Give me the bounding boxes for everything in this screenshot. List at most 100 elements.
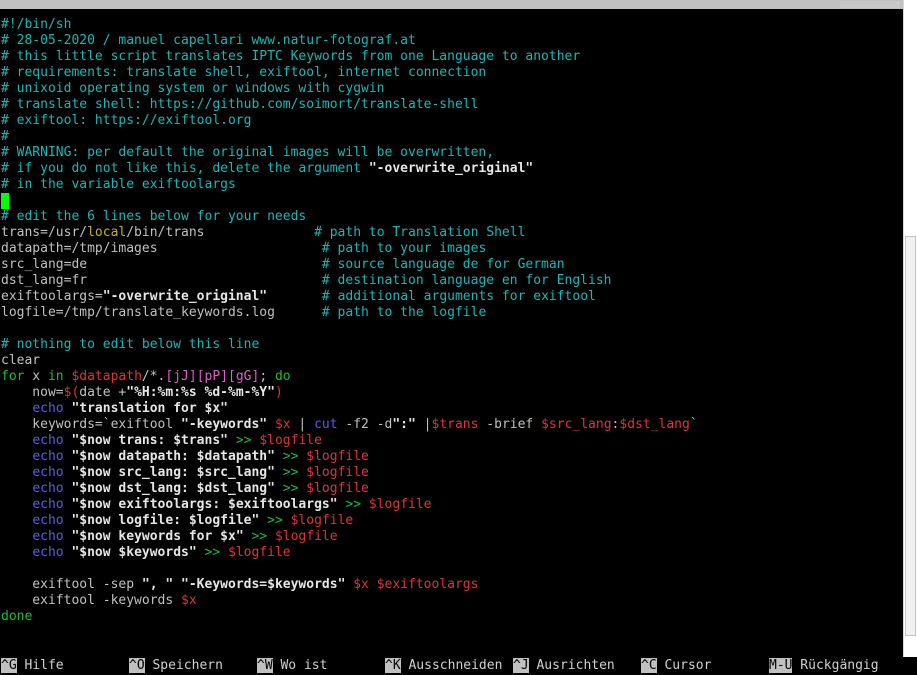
code-token: now= [1, 385, 64, 400]
code-token: "$now src_lang: $src_lang" [71, 465, 275, 480]
code-token: cut [314, 417, 338, 432]
code-line: # in the variable exiftoolargs [1, 177, 698, 193]
code-token: # unixoid operating system or windows wi… [1, 81, 385, 96]
shortcut-wo-ist[interactable]: ^W Wo ist [257, 658, 327, 674]
code-token: /*. [141, 369, 166, 384]
shortcut-ausschneiden[interactable]: ^K Ausschneiden [385, 658, 502, 674]
code-token: echo [32, 481, 64, 496]
code-token: $src_lang [541, 417, 612, 432]
nano-shortcut-bar: ^G Hilfe ^O Speichern ^W Wo ist ^K Ausschne… [0, 657, 917, 675]
code-line: echo "$now keywords for $x" >> $logfile [1, 529, 698, 545]
window-controls[interactable] [840, 1, 900, 8]
code-token: -f2 -d [337, 417, 393, 432]
code-token: exiftool -keywords [1, 593, 182, 608]
shortcut-key: M-U [769, 658, 793, 673]
terminal-window[interactable]: #!/bin/sh # 28-05-2020 / manuel capellari… [0, 0, 903, 657]
code-token: #!/bin/sh [1, 17, 72, 32]
code-token: $logfile [290, 513, 354, 528]
code-token: >> [337, 497, 369, 512]
code-token: # exiftool: https://exiftool.org [1, 113, 252, 128]
code-token: datapath=/tmp/images [1, 241, 322, 256]
code-token: trans=/usr/ [1, 225, 88, 240]
code-token: "$now trans: $trans" [71, 433, 228, 448]
code-token: # path to the logfile [321, 305, 487, 320]
code-token: "$now $keywords" [71, 545, 197, 560]
code-token: "translation for $x" [71, 401, 228, 416]
code-line: datapath=/tmp/images # path to your imag… [1, 241, 698, 257]
code-line: # if you do not like this, delete the ar… [1, 161, 698, 177]
code-line: exiftoolargs="-overwrite_original" # add… [1, 289, 698, 305]
code-token: echo [32, 545, 64, 560]
shortcut-hilfe[interactable]: ^G Hilfe [1, 658, 64, 674]
vertical-scrollbar[interactable] [903, 0, 917, 657]
code-token: # requirements: translate shell, exiftoo… [1, 65, 487, 80]
code-token: # additional arguments for exiftool [321, 289, 596, 304]
shortcut-key: ^G [1, 658, 17, 673]
shortcut-cursor[interactable]: ^C Cursor [641, 658, 711, 674]
code-token: $logfile [306, 449, 369, 464]
code-token: # source language de for German [321, 257, 565, 272]
code-token: echo [32, 449, 64, 464]
code-token: ) [274, 385, 283, 400]
code-token: $trans [431, 417, 479, 432]
code-line: # exiftool: https://exiftool.org [1, 113, 698, 129]
shortcut-label: Speichern [144, 658, 223, 673]
code-token: echo [32, 433, 64, 448]
code-token: -brief [478, 417, 542, 432]
code-token: "$now datapath: $datapath" [71, 449, 275, 464]
code-token: $logfile [306, 481, 369, 496]
code-token: "$now exiftoolargs: $exiftoolargs" [71, 497, 338, 512]
code-line: # translate shell: https://github.com/so… [1, 97, 698, 113]
shortcut-speichern[interactable]: ^O Speichern [129, 658, 223, 674]
code-line: echo "$now datapath: $datapath" >> $logf… [1, 449, 698, 465]
code-token: for [1, 369, 25, 384]
code-token: local [87, 225, 127, 240]
code-line: # this little script translates IPTC Key… [1, 49, 698, 65]
code-token: echo [32, 529, 64, 544]
code-line: trans=/usr/local/bin/trans # path to Tra… [1, 225, 698, 241]
code-token: # 28-05-2020 / manuel capellari www.natu… [1, 33, 416, 48]
code-token: $x [274, 417, 291, 432]
shortcut-key: ^K [385, 658, 401, 673]
code-line: echo "translation for $x" [1, 401, 698, 417]
code-token: $exiftoolargs [376, 577, 479, 592]
code-token: $logfile [228, 545, 291, 560]
code-line: # edit the 6 lines below for your needs [1, 209, 698, 225]
code-token: $( [63, 385, 80, 400]
code-token: >> [274, 481, 307, 496]
shortcut-r-ckg-ngig[interactable]: M-U Rückgängig [769, 658, 879, 674]
shortcut-key: ^O [129, 658, 145, 673]
code-line: # requirements: translate shell, exiftoo… [1, 65, 698, 81]
shortcut-label: Ausschneiden [400, 658, 503, 673]
code-token: >> [274, 465, 307, 480]
code-token: in [47, 369, 64, 384]
code-line [1, 193, 698, 209]
code-token: done [1, 609, 33, 624]
code-token: >> [274, 449, 307, 464]
code-line: clear [1, 353, 698, 369]
code-token: # [1, 129, 9, 144]
code-token: x [24, 369, 48, 384]
code-token: # translate shell: https://github.com/so… [1, 97, 479, 112]
shortcut-key: ^J [513, 658, 529, 673]
code-line: # 28-05-2020 / manuel capellari www.natu… [1, 33, 698, 49]
scrollbar-thumb[interactable] [905, 236, 916, 636]
code-token: "$now dst_lang: $dst_lang" [71, 481, 275, 496]
code-token: dst_lang=fr [1, 273, 322, 288]
nano-editor-buffer[interactable]: #!/bin/sh # 28-05-2020 / manuel capellari… [1, 17, 698, 625]
code-token: "$now logfile: $logfile" [71, 513, 260, 528]
code-token: ; [259, 369, 275, 384]
shortcut-ausrichten[interactable]: ^J Ausrichten [513, 658, 615, 674]
code-line: echo "$now src_lang: $src_lang" >> $logf… [1, 465, 698, 481]
window-titlebar [0, 0, 903, 9]
code-line: exiftool -keywords $x [1, 593, 698, 609]
code-line: echo "$now trans: $trans" >> $logfile [1, 433, 698, 449]
code-token: "%H:%m:%s %d-%m-%Y" [126, 385, 275, 400]
